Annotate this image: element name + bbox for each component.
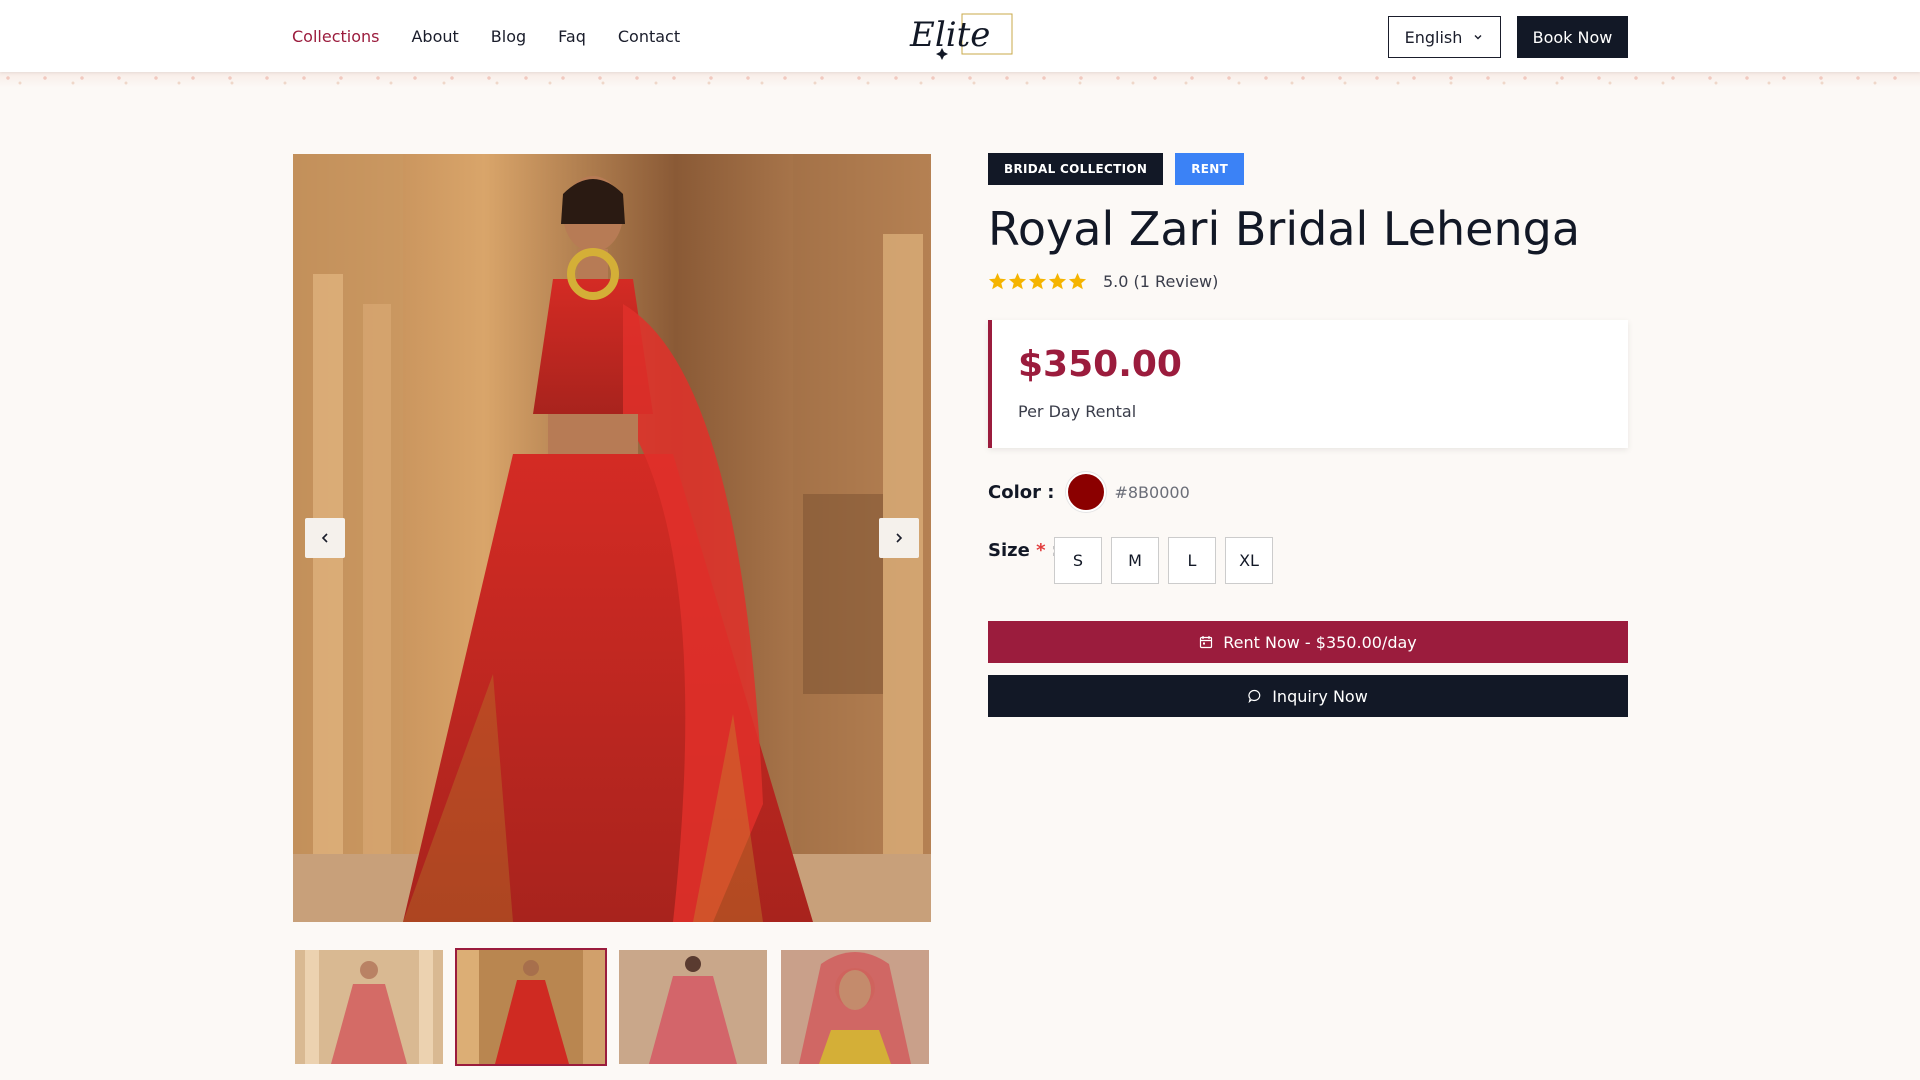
- chevron-down-icon: [1474, 35, 1482, 40]
- star-icon: [1008, 272, 1027, 290]
- size-label: Size: [988, 540, 1030, 561]
- size-option-m[interactable]: M: [1111, 537, 1159, 584]
- color-hex: #8B0000: [1114, 482, 1190, 502]
- rent-now-button[interactable]: Rent Now - $350.00/day: [988, 621, 1628, 663]
- chevron-right-icon: [896, 533, 903, 543]
- calendar-icon: [1200, 636, 1213, 649]
- rating-text[interactable]: 5.0 (1 Review): [1103, 272, 1218, 291]
- rent-now-label: Rent Now - $350.00/day: [1223, 632, 1417, 652]
- tag-rent: RENT: [1175, 153, 1245, 185]
- logo-image: Elite: [909, 13, 1013, 60]
- site-logo[interactable]: Elite: [904, 8, 1016, 62]
- nav-contact[interactable]: Contact: [618, 27, 680, 46]
- thumbnail-image: [457, 950, 605, 1064]
- size-label-wrap: Size * :: [988, 540, 1059, 561]
- gallery-thumbnails: [293, 948, 931, 1066]
- nav-blog[interactable]: Blog: [491, 27, 526, 46]
- size-option-l[interactable]: L: [1168, 537, 1216, 584]
- color-row: Color : #8B0000: [988, 472, 1190, 512]
- decorative-petal-strip: [0, 72, 1920, 88]
- main-nav: Collections About Blog Faq Contact: [292, 0, 680, 72]
- nav-about[interactable]: About: [411, 27, 458, 46]
- required-marker: *: [1036, 540, 1046, 561]
- tag-bridal-collection: BRIDAL COLLECTION: [988, 153, 1164, 185]
- inquiry-now-label: Inquiry Now: [1272, 686, 1368, 706]
- svg-text:Elite: Elite: [909, 15, 990, 55]
- star-rating: [988, 272, 1087, 291]
- nav-collections[interactable]: Collections: [292, 27, 379, 46]
- gallery-prev-button[interactable]: [305, 518, 345, 558]
- thumbnail-4[interactable]: [779, 948, 931, 1066]
- gallery-next-button[interactable]: [879, 518, 919, 558]
- product-title: Royal Zari Bridal Lehenga: [988, 202, 1581, 256]
- product-main-image: [293, 154, 931, 922]
- star-icon: [988, 272, 1007, 290]
- price-period: Per Day Rental: [1018, 402, 1137, 421]
- size-option-s[interactable]: S: [1054, 537, 1102, 584]
- chevron-left-icon: [321, 533, 328, 543]
- color-label: Color :: [988, 481, 1055, 503]
- star-icon: [1048, 272, 1067, 290]
- language-label: English: [1404, 27, 1463, 47]
- nav-faq[interactable]: Faq: [558, 27, 586, 46]
- thumbnail-image: [295, 950, 443, 1064]
- product-tags: BRIDAL COLLECTION RENT: [988, 153, 1245, 185]
- bride-photo: [293, 154, 931, 922]
- star-icon: [1068, 272, 1087, 290]
- book-now-button[interactable]: Book Now: [1517, 16, 1628, 58]
- price-box: $350.00 Per Day Rental: [988, 320, 1628, 448]
- thumbnail-1[interactable]: [293, 948, 445, 1066]
- chat-bubble-icon: [1248, 689, 1261, 703]
- thumbnail-image: [619, 950, 767, 1064]
- thumbnail-2[interactable]: [455, 948, 607, 1066]
- product-rating: 5.0 (1 Review): [988, 272, 1218, 291]
- price-value: $350.00: [1018, 344, 1182, 385]
- size-options: S M L XL: [1054, 537, 1273, 584]
- color-swatch[interactable]: [1066, 472, 1107, 512]
- language-select[interactable]: English: [1388, 16, 1501, 58]
- star-icon: [1028, 272, 1047, 290]
- thumbnail-3[interactable]: [617, 948, 769, 1066]
- site-header: Collections About Blog Faq Contact Elite…: [0, 0, 1920, 72]
- inquiry-now-button[interactable]: Inquiry Now: [988, 675, 1628, 717]
- size-option-xl[interactable]: XL: [1225, 537, 1273, 584]
- thumbnail-image: [781, 950, 929, 1064]
